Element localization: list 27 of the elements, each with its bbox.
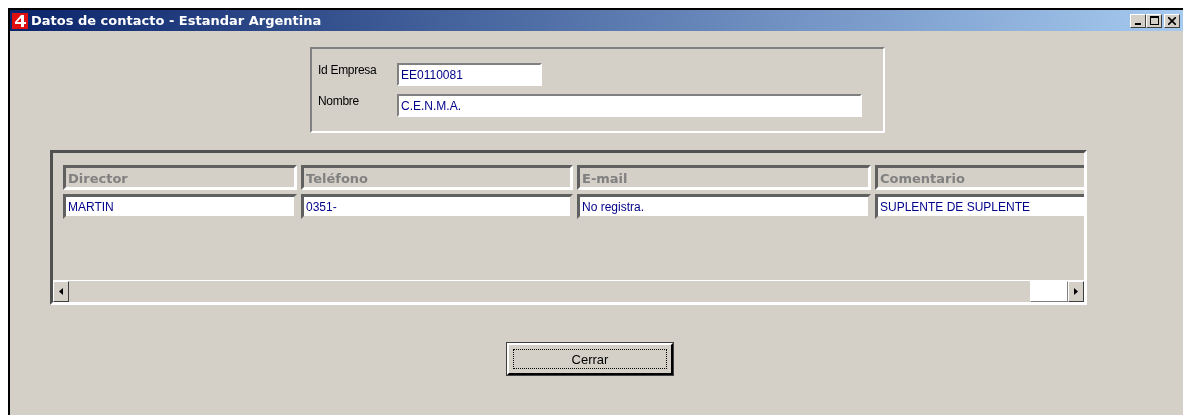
input-field[interactable]: C.E.N.M.A. xyxy=(397,94,862,117)
field-label: Nombre xyxy=(318,94,360,108)
table-cell[interactable]: MARTIN xyxy=(63,194,297,219)
scroll-right-button[interactable] xyxy=(1068,281,1084,302)
table-cell[interactable]: 0351- xyxy=(301,194,573,219)
column-header: Teléfono xyxy=(301,165,573,190)
scroll-left-button[interactable] xyxy=(53,281,69,302)
input-field[interactable]: EE0110081 xyxy=(397,63,542,86)
horizontal-scrollbar[interactable] xyxy=(53,280,1084,302)
close-dialog-button[interactable]: Cerrar xyxy=(507,343,673,375)
maximize-button[interactable] xyxy=(1146,13,1162,28)
window-title: Datos de contacto - Estandar Argentina xyxy=(31,13,322,28)
scroll-thumb[interactable] xyxy=(1030,281,1068,302)
minimize-button[interactable] xyxy=(1130,13,1146,28)
app-icon xyxy=(12,12,28,29)
minimize-icon xyxy=(1135,22,1141,25)
right-arrow-icon xyxy=(1074,288,1078,295)
close-button[interactable] xyxy=(1164,13,1180,28)
column-header: Comentario xyxy=(875,165,1084,190)
close-icon xyxy=(1168,16,1176,25)
maximize-icon xyxy=(1149,15,1159,25)
field-label: Id Empresa xyxy=(318,63,378,77)
column-header: E-mail xyxy=(577,165,871,190)
table-cell[interactable]: No registra. xyxy=(577,194,871,219)
table-cell[interactable]: SUPLENTE DE SUPLENTE xyxy=(875,194,1084,219)
column-header: Director xyxy=(63,165,297,190)
left-arrow-icon xyxy=(59,288,63,295)
